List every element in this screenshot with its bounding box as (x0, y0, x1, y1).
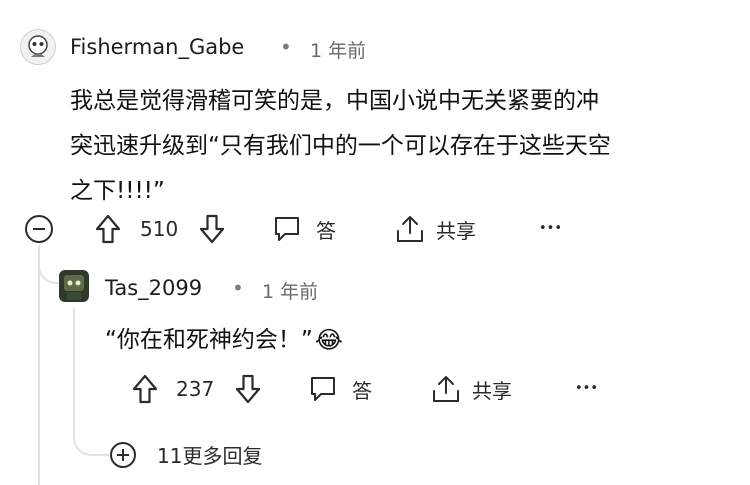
comment-timestamp[interactable]: 1 年前 (310, 36, 366, 63)
thread-connector-more (73, 428, 109, 456)
reply-text: “你在和死神约会！” (105, 327, 313, 353)
avatar[interactable] (20, 29, 56, 65)
separator-dot: • (280, 35, 292, 59)
more-options-button[interactable]: ••• (539, 221, 562, 236)
downvote-arrow-icon (235, 374, 261, 404)
downvote-arrow-icon (199, 214, 225, 244)
thread-connector-curve (38, 258, 60, 284)
reply-reply-label: 答 (352, 378, 372, 403)
upvote-arrow-icon (95, 214, 121, 244)
comment-line-1: 我总是觉得滑稽可笑的是，中国小说中无关紧要的冲 (70, 88, 599, 114)
collapse-minus-icon (25, 215, 53, 243)
downvote-button[interactable] (198, 213, 226, 245)
reply-separator-dot: • (232, 276, 244, 300)
comment-line-2: 突迅速升级到“只有我们中的一个可以存在于这些天空 (70, 133, 611, 159)
reply-upvote-button[interactable] (131, 373, 159, 405)
more-replies-label: 11更多回复 (157, 444, 263, 468)
speech-bubble-icon (311, 377, 335, 401)
reply-share-label: 共享 (472, 378, 512, 403)
comment-username[interactable]: Fisherman_Gabe (70, 35, 244, 59)
share-label: 共享 (436, 218, 476, 243)
comment-body: 我总是觉得滑稽可笑的是，中国小说中无关紧要的冲 突迅速升级到“只有我们中的一个可… (70, 79, 740, 214)
expand-plus-icon (110, 441, 136, 468)
vote-count: 510 (140, 217, 179, 241)
thread-line-main (38, 245, 40, 485)
share-upload-icon (433, 376, 459, 402)
reply-downvote-button[interactable] (234, 373, 262, 405)
thread-line-reply (73, 308, 75, 440)
more-replies-button[interactable]: 11更多回复 (109, 440, 262, 469)
reply-avatar[interactable] (59, 270, 89, 302)
reply-share-button[interactable]: 共享 (430, 373, 512, 405)
reply-vote-count: 237 (176, 377, 215, 401)
reply-button[interactable]: 答 (272, 214, 336, 244)
share-upload-icon (397, 216, 423, 242)
reply-timestamp[interactable]: 1 年前 (262, 277, 318, 304)
upvote-arrow-icon (132, 374, 158, 404)
reply-label: 答 (316, 218, 336, 243)
comment-line-3: 之下!!!!” (70, 178, 165, 204)
reply-more-options-button[interactable]: ••• (575, 381, 598, 396)
reply-username[interactable]: Tas_2099 (105, 276, 202, 300)
upvote-button[interactable] (94, 213, 122, 245)
reply-body: “你在和死神约会！” 😂 (105, 318, 343, 363)
speech-bubble-icon (275, 217, 299, 241)
reply-reply-button[interactable]: 答 (308, 374, 372, 404)
collapse-button[interactable] (24, 214, 54, 244)
share-button[interactable]: 共享 (394, 213, 476, 245)
laughing-emoji: 😂 (314, 326, 343, 354)
